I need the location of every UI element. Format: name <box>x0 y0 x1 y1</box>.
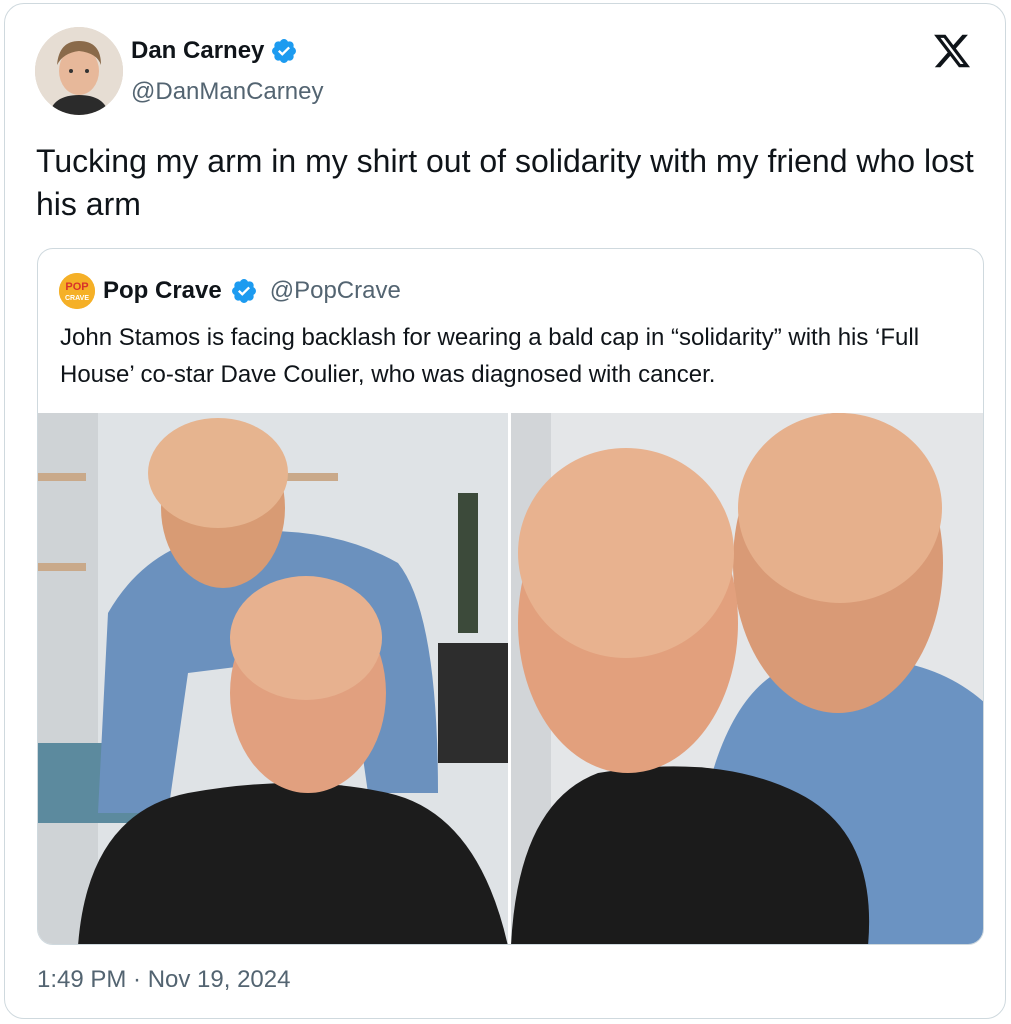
tweet-timestamp[interactable]: 1:49 PM · Nov 19, 2024 <box>37 966 290 994</box>
photo-left[interactable] <box>38 413 508 945</box>
author-avatar[interactable] <box>35 27 123 115</box>
popcrave-logo-icon: POP CRAVE <box>59 273 95 309</box>
author-avatar-image <box>35 27 123 115</box>
tweet-card: Dan Carney @DanManCarney Tucking my arm … <box>4 3 1006 1019</box>
verified-badge-icon <box>272 39 297 63</box>
popcrave-avatar[interactable]: POP CRAVE <box>59 273 95 309</box>
verified-badge-icon <box>231 279 256 303</box>
quoted-tweet-text: John Stamos is facing backlash for weari… <box>60 324 920 388</box>
quoted-tweet-header: POP CRAVE Pop Crave @PopCrave <box>59 273 401 309</box>
quoted-tweet[interactable]: POP CRAVE Pop Crave @PopCrave John Stamo… <box>37 248 984 945</box>
quoted-author-handle[interactable]: @PopCrave <box>270 277 401 305</box>
quoted-author-name[interactable]: Pop Crave <box>103 277 222 305</box>
author-handle[interactable]: @DanManCarney <box>131 78 323 106</box>
x-logo-icon[interactable] <box>931 31 973 71</box>
author-name[interactable]: Dan Carney <box>131 37 264 65</box>
svg-text:CRAVE: CRAVE <box>65 295 89 302</box>
author-name-row: Dan Carney <box>131 37 298 65</box>
quoted-tweet-media[interactable] <box>38 413 984 945</box>
svg-text:POP: POP <box>65 281 88 293</box>
tweet-text: Tucking my arm in my shirt out of solida… <box>36 143 974 222</box>
photo-right[interactable] <box>511 413 984 945</box>
